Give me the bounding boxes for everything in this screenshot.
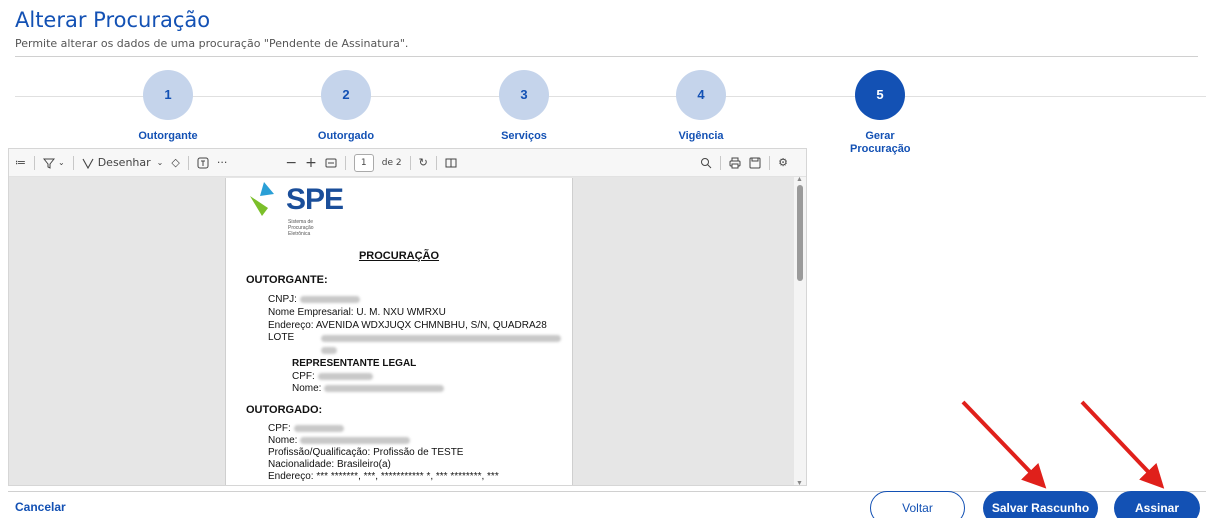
representante-cpf-line: CPF:	[292, 371, 373, 383]
more-icon[interactable]: ···	[213, 153, 232, 173]
redacted-value	[321, 334, 561, 342]
step-label: Outorgante	[138, 130, 198, 142]
cpf-label: CPF:	[268, 423, 291, 434]
outorgante-heading: OUTORGANTE:	[246, 274, 328, 286]
draw-label: Desenhar	[97, 156, 151, 169]
nome-empresarial-value: U. M. NXU WMRXU	[356, 307, 446, 318]
draw-tool[interactable]: Desenhar ⌄	[78, 153, 168, 173]
step-outorgado[interactable]: 2 Outorgado	[286, 70, 406, 143]
profissao-label: Profissão/Qualificação:	[268, 447, 371, 458]
scrollbar-thumb[interactable]	[797, 185, 803, 281]
separator	[344, 155, 346, 170]
endereco-label: Endereço:	[268, 471, 314, 482]
nome-label: Nome:	[292, 383, 322, 394]
outorgado-endereco-line: Endereço: *** *******, ***, *********** …	[268, 471, 499, 483]
step-label: Serviços	[501, 130, 547, 142]
text-box-icon[interactable]	[193, 153, 213, 173]
step-label: Outorgado	[317, 130, 375, 142]
separator	[720, 155, 722, 170]
redacted-value	[299, 295, 360, 303]
step-vigencia[interactable]: 4 Vigência	[641, 70, 761, 143]
profissao-line: Profissão/Qualificação: Profissão de TES…	[268, 447, 463, 459]
outorgado-nome-line: Nome:	[268, 435, 411, 447]
logo-subtitle: Sistema de Procuração Eletrônica	[288, 219, 314, 237]
save-icon[interactable]	[745, 153, 765, 173]
redacted-value	[293, 424, 344, 432]
redacted-value	[300, 436, 411, 444]
zoom-in-button[interactable]: +	[301, 153, 321, 173]
scroll-up-icon[interactable]: ▲	[796, 176, 803, 183]
step-number: 5	[855, 70, 905, 120]
save-draft-button[interactable]: Salvar Rascunho	[983, 491, 1098, 518]
redacted-line	[318, 345, 337, 357]
nome-empresarial-label: Nome Empresarial:	[268, 307, 354, 318]
cancel-link[interactable]: Cancelar	[15, 500, 66, 514]
step-number: 2	[321, 70, 371, 120]
nacionalidade-label: Nacionalidade:	[268, 459, 335, 470]
profissao-value: Profissão de TESTE	[373, 447, 464, 458]
page-subtitle: Permite alterar os dados de uma procuraç…	[15, 37, 409, 50]
nome-label: Nome:	[268, 435, 298, 446]
fit-page-icon[interactable]	[321, 153, 341, 173]
redacted-value	[317, 372, 373, 380]
page-total: de 2	[381, 157, 402, 168]
representante-nome-line: Nome:	[292, 383, 445, 395]
logo-text: SPE	[286, 183, 344, 216]
pdf-page: SPE Sistema de Procuração Eletrônica PRO…	[225, 178, 573, 485]
step-label: Gerar Procuração	[850, 130, 911, 155]
zoom-out-button[interactable]: −	[281, 153, 301, 173]
outorgado-cpf-line: CPF:	[268, 423, 344, 435]
pdf-scrollbar[interactable]: ▲ ▼	[794, 176, 806, 485]
step-number: 1	[143, 70, 193, 120]
outorgado-heading: OUTORGADO:	[246, 404, 323, 416]
endereco-label: Endereço:	[268, 320, 314, 331]
print-icon[interactable]	[725, 153, 745, 173]
chevron-down-icon: ⌄	[156, 158, 164, 167]
sign-button[interactable]: Assinar	[1114, 491, 1200, 518]
highlight-icon[interactable]: ⌄	[39, 153, 69, 173]
cnpj-line: CNPJ:	[268, 294, 360, 306]
arrow-icon	[1080, 400, 1165, 489]
arrow-icon	[961, 400, 1047, 489]
redacted-line	[318, 333, 561, 345]
pdf-toolbar: ≔ ⌄ Desenhar ⌄ ◇ ··· − + 1 de 2 ↻ ⚙	[9, 149, 806, 177]
page-title: Alterar Procuração	[15, 8, 211, 32]
step-servicos[interactable]: 3 Serviços	[464, 70, 584, 143]
separator	[409, 155, 411, 170]
draw-icon	[82, 158, 94, 169]
logo-mark-icon	[250, 182, 274, 216]
separator	[769, 155, 771, 170]
back-button[interactable]: Voltar	[870, 491, 965, 518]
step-outorgante[interactable]: 1 Outorgante	[108, 70, 228, 143]
step-number: 4	[676, 70, 726, 120]
gear-icon[interactable]: ⚙	[774, 153, 792, 173]
eraser-icon[interactable]: ◇	[167, 153, 183, 173]
step-gerar-procuracao[interactable]: 5 Gerar Procuração	[820, 70, 940, 156]
divider	[15, 56, 1198, 57]
representante-heading: REPRESENTANTE LEGAL	[292, 358, 417, 369]
separator	[34, 155, 35, 170]
document-title: PROCURAÇÃO	[358, 250, 440, 262]
redacted-value	[321, 346, 337, 354]
separator	[72, 155, 74, 170]
step-label: Vigência	[678, 130, 724, 142]
endereco-value: *** *******, ***, *********** *, *** ***…	[316, 471, 499, 482]
cnpj-label: CNPJ:	[268, 294, 297, 305]
redacted-value	[324, 384, 445, 392]
cpf-label: CPF:	[292, 371, 315, 382]
rotate-icon[interactable]: ↻	[415, 153, 432, 173]
nacionalidade-value: Brasileiro(a)	[336, 459, 391, 470]
separator	[187, 155, 189, 170]
step-number: 3	[499, 70, 549, 120]
two-page-icon[interactable]	[441, 153, 461, 173]
scroll-down-icon[interactable]: ▼	[796, 480, 803, 485]
page-number-input[interactable]: 1	[353, 153, 374, 172]
nacionalidade-line: Nacionalidade: Brasileiro(a)	[268, 459, 391, 471]
separator	[435, 155, 437, 170]
pdf-viewer[interactable]: ≔ ⌄ Desenhar ⌄ ◇ ··· − + 1 de 2 ↻ ⚙ SPE …	[8, 148, 807, 486]
nome-empresarial-line: Nome Empresarial: U. M. NXU WMRXU	[268, 307, 446, 319]
contents-icon[interactable]: ≔	[11, 153, 30, 173]
search-icon[interactable]	[696, 153, 716, 173]
